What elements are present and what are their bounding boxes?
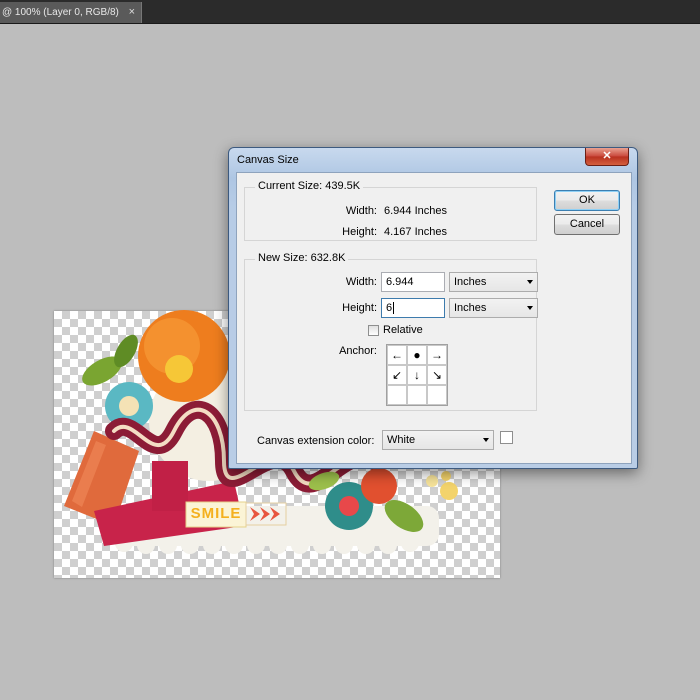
anchor-grid[interactable]: ← ● → ↙ ↓ ↘ <box>386 344 448 406</box>
current-width-label: Width: <box>345 205 377 217</box>
extension-color-label: Canvas extension color: <box>257 435 375 447</box>
document-tab-bar: @ 100% (Layer 0, RGB/8) × <box>0 0 700 24</box>
anchor-bottom-center[interactable] <box>407 385 427 405</box>
width-unit-select[interactable]: Inches <box>449 272 538 292</box>
anchor-bottom-left[interactable] <box>387 385 407 405</box>
anchor-top-left[interactable]: ← <box>387 345 407 365</box>
new-size-title: New Size: 632.8K <box>255 252 349 264</box>
extension-color-swatch[interactable] <box>500 431 513 444</box>
relative-label[interactable]: Relative <box>383 324 423 336</box>
cancel-button[interactable]: Cancel <box>554 214 620 235</box>
relative-checkbox[interactable] <box>368 325 379 336</box>
dialog-body: Current Size: 439.5K Width: 6.944 Inches… <box>236 172 632 464</box>
new-height-value: 6 <box>386 302 393 314</box>
canvas-size-dialog: Canvas Size ✕ Current Size: 439.5K Width… <box>228 147 638 469</box>
anchor-middle-left[interactable]: ↙ <box>387 365 407 385</box>
width-unit-value: Inches <box>454 276 487 288</box>
document-tab-title: @ 100% (Layer 0, RGB/8) <box>2 7 119 18</box>
current-width-value: 6.944 Inches <box>384 205 447 217</box>
height-unit-value: Inches <box>454 302 487 314</box>
chevron-down-icon <box>527 280 533 284</box>
anchor-label: Anchor: <box>339 345 377 357</box>
height-unit-select[interactable]: Inches <box>449 298 538 318</box>
new-height-input[interactable]: 6 <box>381 298 445 318</box>
anchor-middle-center[interactable]: ↓ <box>407 365 427 385</box>
current-height-value: 4.167 Inches <box>384 226 447 238</box>
new-width-input[interactable]: 6.944 <box>381 272 445 292</box>
document-tab[interactable]: @ 100% (Layer 0, RGB/8) × <box>0 2 142 23</box>
new-width-label: Width: <box>345 276 377 288</box>
text-caret <box>393 302 395 315</box>
chevron-down-icon <box>483 438 489 442</box>
anchor-bottom-right[interactable] <box>427 385 447 405</box>
extension-color-value: White <box>387 434 416 446</box>
anchor-top-right[interactable]: → <box>427 345 447 365</box>
close-tab-icon[interactable]: × <box>129 2 135 23</box>
dialog-title: Canvas Size <box>237 154 299 166</box>
smile-label: SMILE <box>190 505 242 522</box>
anchor-middle-right[interactable]: ↘ <box>427 365 447 385</box>
chevron-down-icon <box>527 306 533 310</box>
ok-button[interactable]: OK <box>554 190 620 211</box>
current-height-label: Height: <box>342 226 377 238</box>
new-width-value: 6.944 <box>386 276 414 288</box>
dialog-close-button[interactable]: ✕ <box>585 148 629 166</box>
current-size-title: Current Size: 439.5K <box>255 180 364 192</box>
anchor-top-center[interactable]: ● <box>407 345 427 365</box>
extension-color-select[interactable]: White <box>382 430 494 450</box>
new-height-label: Height: <box>342 302 377 314</box>
